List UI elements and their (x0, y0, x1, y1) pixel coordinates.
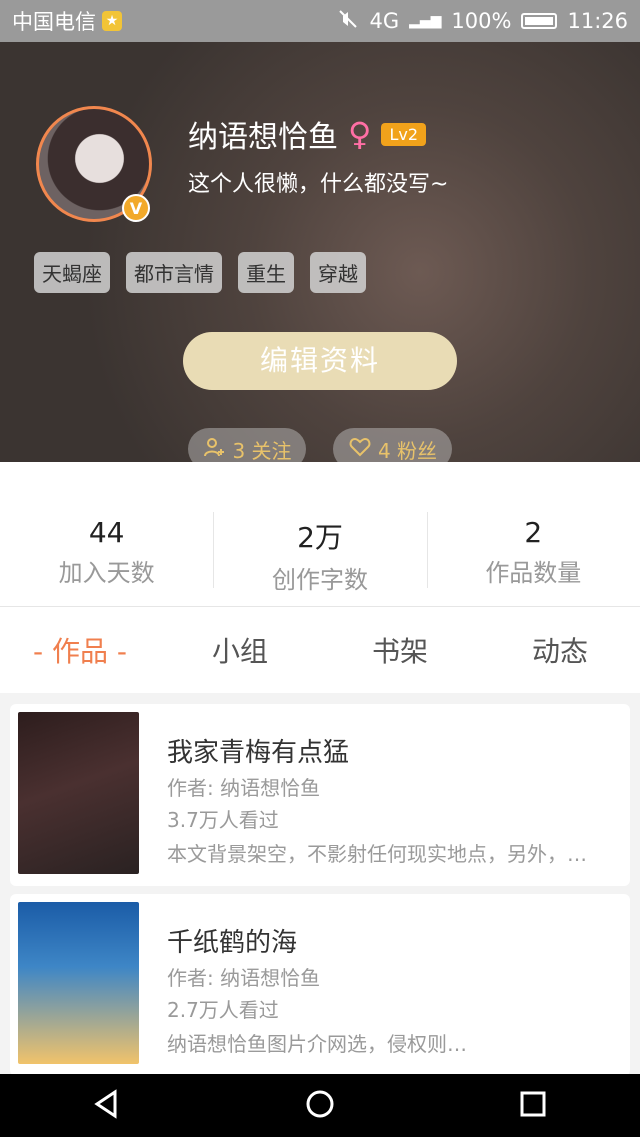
book-card[interactable]: 千纸鹤的海 作者: 纳语想恰鱼 2.7万人看过 纳语想恰鱼图片介网选，侵权则… (10, 894, 630, 1076)
username-row: 纳语想恰鱼 ♀ Lv2 (188, 112, 426, 156)
carrier-badge-icon: ★ (102, 11, 122, 31)
username: 纳语想恰鱼 (188, 120, 338, 155)
tag-list: 天蝎座 都市言情 重生 穿越 (34, 252, 366, 293)
back-icon[interactable] (89, 1086, 125, 1126)
stats-panel: 44 加入天数 2万 创作字数 2 作品数量 (0, 462, 640, 607)
book-description: 纳语想恰鱼图片介网选，侵权则… (167, 1032, 467, 1056)
home-icon[interactable] (302, 1086, 338, 1126)
book-cover[interactable] (18, 712, 139, 874)
system-nav-bar (0, 1074, 640, 1137)
book-author: 作者: 纳语想恰鱼 (167, 966, 321, 990)
status-bar: 中国电信 ★ 4G ▂▄▆ 100% 11:26 (0, 0, 640, 42)
tag[interactable]: 都市言情 (126, 252, 222, 293)
battery-icon (521, 13, 558, 29)
book-author: 作者: 纳语想恰鱼 (167, 776, 321, 800)
book-title[interactable]: 千纸鹤的海 (167, 922, 297, 959)
female-icon: ♀ (348, 115, 372, 153)
bio: 这个人很懒，什么都没写~ (188, 172, 449, 197)
stat-works-count: 2 作品数量 (426, 462, 640, 606)
book-views: 2.7万人看过 (167, 998, 279, 1022)
tab-works[interactable]: - 作品 - (0, 607, 160, 693)
tag[interactable]: 天蝎座 (34, 252, 110, 293)
profile-tabs: - 作品 - 小组 书架 动态 (0, 607, 640, 693)
tab-groups[interactable]: 小组 (160, 607, 320, 693)
signal-icon: ▂▄▆ (409, 13, 442, 29)
stat-value: 2万 (297, 521, 343, 554)
book-title[interactable]: 我家青梅有点猛 (167, 732, 349, 769)
tag[interactable]: 穿越 (310, 252, 366, 293)
carrier-name: 中国电信 (12, 10, 96, 34)
network-label: 4G (369, 9, 400, 33)
status-right: 4G ▂▄▆ 100% 11:26 (337, 8, 628, 35)
verified-badge-icon: V (122, 194, 150, 222)
recents-icon[interactable] (515, 1086, 551, 1126)
book-card[interactable]: 我家青梅有点猛 作者: 纳语想恰鱼 3.7万人看过 本文背景架空，不影射任何现实… (10, 704, 630, 886)
book-cover[interactable] (18, 902, 139, 1064)
tab-activity[interactable]: 动态 (480, 607, 640, 693)
stat-join-days: 44 加入天数 (0, 462, 213, 606)
stat-value: 44 (88, 516, 125, 549)
user-add-icon (202, 435, 226, 464)
mute-icon (337, 8, 359, 35)
edit-profile-button[interactable]: 编辑资料 (183, 332, 457, 390)
stat-label: 加入天数 (58, 559, 155, 587)
level-badge: Lv2 (381, 122, 426, 146)
heart-icon (348, 435, 372, 464)
followers-label: 4 粉丝 (377, 438, 438, 463)
stat-label: 创作字数 (271, 566, 368, 594)
carrier: 中国电信 ★ (12, 6, 122, 36)
tab-bookshelf[interactable]: 书架 (320, 607, 480, 693)
stat-value: 2 (524, 516, 543, 549)
time: 11:26 (567, 9, 628, 33)
stat-word-count: 2万 创作字数 (213, 462, 426, 606)
battery-label: 100% (451, 9, 512, 33)
following-label: 3 关注 (232, 438, 292, 463)
profile-header: V 纳语想恰鱼 ♀ Lv2 这个人很懒，什么都没写~ 天蝎座 都市言情 重生 穿… (0, 42, 640, 470)
book-description: 本文背景架空，不影射任何现实地点，另外，… (167, 842, 587, 866)
book-views: 3.7万人看过 (167, 808, 279, 832)
tag[interactable]: 重生 (238, 252, 294, 293)
stat-label: 作品数量 (485, 559, 582, 587)
